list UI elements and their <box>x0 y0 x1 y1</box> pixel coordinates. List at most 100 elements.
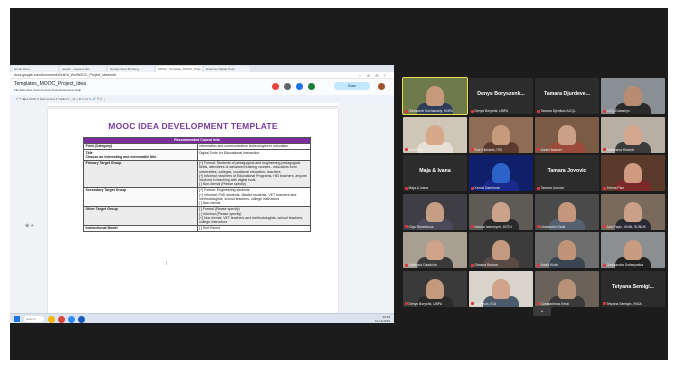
participant-tile[interactable]: Ivancheva Kharkiv <box>601 116 665 153</box>
muted-mic-icon <box>405 225 408 229</box>
participant-display-name: Tamara Djurdeve... <box>543 91 591 97</box>
history-icon[interactable] <box>296 83 303 90</box>
row-value: [+] Formal: Engineering students [+] Inf… <box>196 187 311 208</box>
participant-name: Tamara Djenikos ACQL <box>537 109 576 113</box>
participant-video <box>492 124 510 145</box>
participant-video <box>624 201 642 222</box>
participant-tile[interactable]: Denys Boryszenk... Denys Boryshk, UBPA <box>469 78 533 114</box>
muted-mic-icon <box>471 148 474 152</box>
ruler <box>48 103 338 107</box>
muted-mic-icon <box>471 302 474 306</box>
participant-tile[interactable]: Tamara Djurdeve... Tamara Djenikos ACQL <box>535 78 599 114</box>
word-icon[interactable] <box>78 316 85 323</box>
participant-video <box>492 240 510 260</box>
participant-video <box>558 124 576 145</box>
muted-mic-icon <box>471 109 474 113</box>
add-comment-icon[interactable]: ⊕ + <box>25 223 34 229</box>
participant-video <box>426 86 444 106</box>
participant-video <box>558 240 576 260</box>
participant-name: Tamara Jovovic <box>537 186 564 190</box>
muted-mic-icon <box>405 302 408 306</box>
row-label: Secondary Target Group <box>83 187 198 208</box>
participant-tile[interactable]: Maja & Ivana Maja & Ivana <box>403 155 467 191</box>
participant-tile[interactable]: Constantinos Kesti <box>535 270 599 307</box>
participant-tile[interactable]: Ana Papic, UNIN, SUNUK <box>601 193 665 230</box>
table-row: Primary Target Group [+] Formal: Student… <box>83 159 311 189</box>
doc-menu-bar[interactable]: File Edit View Insert Format Tools Exten… <box>14 88 81 92</box>
taskbar-search[interactable]: Search <box>24 316 44 322</box>
taskbar: Search 10:48 12.10.2023 <box>10 313 394 323</box>
participant-video <box>492 278 510 299</box>
file-explorer-icon[interactable] <box>48 316 55 323</box>
participant-display-name: Maja & Ivana <box>419 168 451 174</box>
participant-video <box>426 201 444 222</box>
participant-name: Maja & Ivana <box>405 186 428 190</box>
participant-tile[interactable]: Lihasevich Danil <box>535 193 599 230</box>
participant-tile[interactable]: Oksana Bodnar <box>469 232 533 268</box>
participant-tile[interactable]: Oleksandr Kuchanskiy, KNEU <box>402 77 468 115</box>
doc-toolbar[interactable]: ↶ ↷ 🖶 A 100% ▾ Normal text ▾ Calibri ▾ –… <box>10 95 394 103</box>
participant-tile[interactable]: Ivanna Ivanovych, DSTU <box>469 193 533 230</box>
participant-tile[interactable]: Denys Boryshk, UBPA <box>403 270 467 307</box>
participant-name: Oleksandr Kuchanskiy, KNEU <box>405 109 453 113</box>
participant-name: Denys Boryshk, UBPA <box>405 302 442 306</box>
muted-mic-icon <box>471 263 474 267</box>
participant-video <box>492 201 510 222</box>
browser-action-icons[interactable]: ☆ ⊕ ⊞ ≡ <box>358 72 388 78</box>
muted-mic-icon <box>405 263 408 267</box>
table-row: Title Choose an interesting and memorabl… <box>83 149 311 161</box>
table-row: Secondary Target Group [+] Formal: Engin… <box>83 187 311 208</box>
participant-tile[interactable]: Anna Hackner <box>535 116 599 153</box>
doc-page[interactable]: MOOC IDEA DEVELOPMENT TEMPLATE Recommend… <box>48 109 338 315</box>
meet-icon[interactable] <box>272 83 279 90</box>
share-button[interactable]: Share <box>334 82 370 90</box>
participant-name: Oleksandra Sotlasynska <box>603 263 643 267</box>
video-call-icon[interactable] <box>308 83 315 90</box>
participant-tile[interactable]: Kateryna Osadcha <box>403 232 467 268</box>
zoom-window: Home Grec... ueastu - request slot... Go… <box>10 8 668 360</box>
participant-name: Lihasevich Danil <box>537 225 565 229</box>
comments-icon[interactable] <box>284 83 291 90</box>
participant-tile[interactable]: LouPhuis, ICA <box>469 270 533 307</box>
participant-tile[interactable]: Olga Ravenkova <box>403 193 467 230</box>
participant-name: Eva Cibruletz, ITB <box>471 148 502 152</box>
table-row: Other Target Group [ ] Formal (Please sp… <box>83 206 311 227</box>
participant-video <box>426 278 444 299</box>
chevron-down-icon[interactable]: ⌄ <box>533 306 551 316</box>
muted-mic-icon <box>405 148 408 152</box>
row-label: Instructional Model <box>83 225 198 233</box>
participant-video <box>558 278 576 299</box>
participant-name: Denys Boryshk, UBPA <box>471 109 508 113</box>
avatar[interactable] <box>378 83 385 90</box>
muted-mic-icon <box>537 263 540 267</box>
participant-tile[interactable]: Tamara Jovovic Tamara Jovovic <box>535 155 599 191</box>
address-text: docs.google.com/document/d/1sKb_Wv/MOOC_… <box>14 73 116 77</box>
shared-screen: Home Grec... ueastu - request slot... Go… <box>10 65 394 323</box>
course-info-table: Recommended Course Info Field (Category)… <box>83 136 311 233</box>
participant-name: Kemal Damirovic <box>471 186 500 190</box>
muted-mic-icon <box>603 109 606 113</box>
participant-tile[interactable]: Tetyana Semigi... Tetyana Semigin, INGA <box>601 270 665 307</box>
participant-name: LouPhuis, ICA <box>471 302 496 306</box>
participant-tile[interactable]: Kemal Damirovic <box>469 155 533 191</box>
participant-tile[interactable]: Eva Cibruletz, ITB <box>469 116 533 153</box>
participant-tile[interactable]: Andrii Kizim <box>535 232 599 268</box>
participant-tile[interactable]: Jelena Plaz <box>601 155 665 191</box>
muted-mic-icon <box>537 109 540 113</box>
muted-mic-icon <box>603 302 606 306</box>
participant-video <box>426 240 444 260</box>
windows-start-icon[interactable] <box>14 316 20 322</box>
zoom-icon[interactable] <box>68 316 75 323</box>
doc-header: Templates_MOOC_Project_Idea File Edit Vi… <box>10 79 394 95</box>
doc-title[interactable]: Templates_MOOC_Project_Idea <box>14 81 86 87</box>
muted-mic-icon <box>603 263 606 267</box>
participant-display-name: Denys Boryszenk... <box>477 91 525 97</box>
participant-name: Anna Hackner <box>537 148 562 152</box>
chrome-icon[interactable] <box>58 316 65 323</box>
table-row: Instructional Model [ ] Self-Paced <box>83 225 311 233</box>
participant-tile[interactable]: ACQ Zubashyn <box>601 78 665 114</box>
participant-tile[interactable]: Inkka Kill <box>403 116 467 153</box>
browser-tab-bar: Home Grec... ueastu - request slot... Go… <box>10 65 394 72</box>
address-bar[interactable]: docs.google.com/document/d/1sKb_Wv/MOOC_… <box>10 72 394 79</box>
participant-tile[interactable]: Oleksandra Sotlasynska <box>601 232 665 268</box>
